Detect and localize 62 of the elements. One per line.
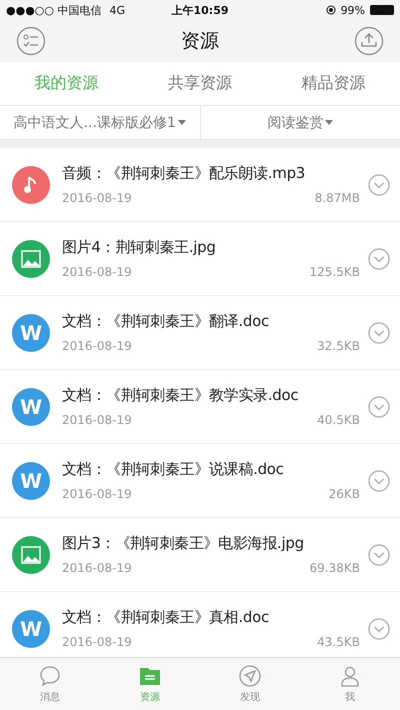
tab[interactable]: 共享资源 bbox=[133, 62, 267, 105]
file-date: 2016-08-19 bbox=[62, 339, 132, 353]
caret-icon bbox=[178, 120, 186, 126]
tab-bar-item[interactable]: 消息 bbox=[0, 658, 100, 710]
clock: 上午10:59 bbox=[172, 2, 229, 18]
expand-icon[interactable] bbox=[368, 322, 390, 344]
file-date: 2016-08-19 bbox=[62, 635, 132, 649]
network-type: 4G bbox=[110, 4, 126, 16]
file-name: 文档：《荆轲刺秦王》真相.doc bbox=[62, 608, 270, 627]
file-size: 43.5KB bbox=[317, 635, 360, 649]
filter-dropdown[interactable]: 阅读鉴赏 bbox=[200, 106, 400, 139]
battery-percent: 99% bbox=[340, 4, 366, 16]
file-size: 69.38KB bbox=[310, 561, 360, 575]
file-date: 2016-08-19 bbox=[62, 265, 132, 279]
file-date: 2016-08-19 bbox=[62, 413, 132, 427]
file-size: 32.5KB bbox=[317, 339, 360, 353]
tab-bar-item[interactable]: 发现 bbox=[200, 658, 300, 710]
file-row[interactable]: W 文档：《荆轲刺秦王》翻译.doc 2016-08-19 32.5KB bbox=[0, 296, 400, 370]
file-row[interactable]: 图片4：荆轲刺秦王.jpg 2016-08-19 125.5KB bbox=[0, 222, 400, 296]
chat-bubble-icon bbox=[38, 664, 62, 688]
document-icon: W bbox=[12, 610, 50, 648]
file-name: 文档：《荆轲刺秦王》教学实录.doc bbox=[62, 386, 300, 405]
file-date: 2016-08-19 bbox=[62, 191, 132, 205]
filter-dropdown[interactable]: 高中语文人...课标版必修1 bbox=[0, 106, 200, 139]
file-date: 2016-08-19 bbox=[62, 561, 132, 575]
document-icon: W bbox=[12, 388, 50, 426]
file-name: 图片3：《荆轲刺秦王》电影海报.jpg bbox=[62, 534, 305, 553]
tab[interactable]: 精品资源 bbox=[266, 62, 400, 105]
expand-icon[interactable] bbox=[368, 248, 390, 270]
checklist-icon[interactable] bbox=[16, 26, 46, 56]
document-icon: W bbox=[12, 462, 50, 500]
tab[interactable]: 我的资源 bbox=[0, 62, 134, 105]
file-size: 26KB bbox=[328, 487, 360, 501]
carrier: ●●●○○ 中国电信 bbox=[6, 2, 102, 18]
image-icon bbox=[12, 240, 50, 278]
file-name: 音频：《荆轲刺秦王》配乐朗读.mp3 bbox=[62, 164, 306, 183]
file-size: 125.5KB bbox=[310, 265, 360, 279]
document-icon: W bbox=[12, 314, 50, 352]
expand-icon[interactable] bbox=[368, 544, 390, 566]
music-note-icon bbox=[12, 166, 50, 204]
caret-icon bbox=[325, 120, 334, 126]
image-icon bbox=[12, 536, 50, 574]
page-title: 资源 bbox=[181, 29, 219, 54]
file-name: 文档：《荆轲刺秦王》翻译.doc bbox=[62, 312, 270, 331]
battery-icon bbox=[370, 5, 394, 15]
file-row[interactable]: 图片3：《荆轲刺秦王》电影海报.jpg 2016-08-19 69.38KB bbox=[0, 518, 400, 592]
expand-icon[interactable] bbox=[368, 470, 390, 492]
expand-icon[interactable] bbox=[368, 174, 390, 196]
file-size: 40.5KB bbox=[317, 413, 360, 427]
file-row[interactable]: W 文档：《荆轲刺秦王》教学实录.doc 2016-08-19 40.5KB bbox=[0, 370, 400, 444]
expand-icon[interactable] bbox=[368, 396, 390, 418]
expand-icon[interactable] bbox=[368, 618, 390, 640]
upload-icon[interactable] bbox=[354, 26, 384, 56]
file-size: 8.87MB bbox=[314, 191, 360, 205]
tab-bar-item[interactable]: 我 bbox=[300, 658, 400, 710]
tab-bar-item[interactable]: 资源 bbox=[100, 658, 200, 710]
navigation-icon bbox=[238, 664, 262, 688]
file-date: 2016-08-19 bbox=[62, 487, 132, 501]
file-name: 图片4：荆轲刺秦王.jpg bbox=[62, 238, 217, 257]
file-row[interactable]: W 文档：《荆轲刺秦王》说课稿.doc 2016-08-19 26KB bbox=[0, 444, 400, 518]
file-name: 文档：《荆轲刺秦王》说课稿.doc bbox=[62, 460, 285, 479]
file-row[interactable]: 音频：《荆轲刺秦王》配乐朗读.mp3 2016-08-19 8.87MB bbox=[0, 148, 400, 222]
